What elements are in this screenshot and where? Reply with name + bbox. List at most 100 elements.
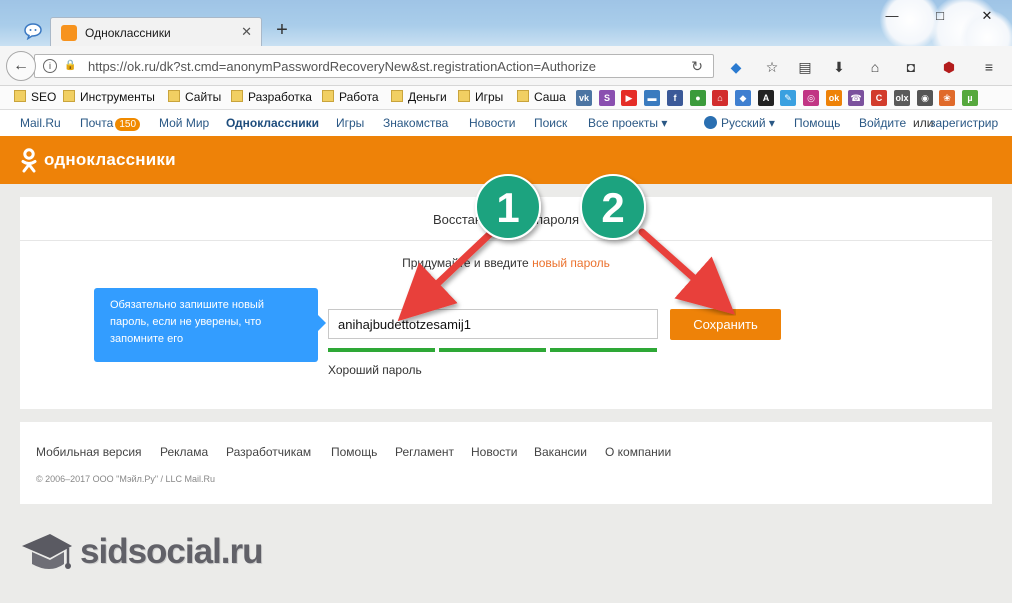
mailru-portal-bar: Mail.Ru Почта 150 Мой Мир Одноклассники И…	[0, 110, 1012, 136]
strength-bar-segment	[328, 348, 435, 352]
link-mailru[interactable]: Mail.Ru	[20, 116, 61, 130]
folder-icon	[322, 90, 334, 102]
pochta-label: Почта	[80, 116, 114, 130]
skype-s-icon[interactable]: S	[599, 90, 615, 106]
page-content: Mail.Ru Почта 150 Мой Мир Одноклассники И…	[0, 110, 1012, 603]
olx-icon[interactable]: olx	[894, 90, 910, 106]
link-znakomstva[interactable]: Знакомства	[383, 116, 448, 130]
watermark-text: sidsocial.ru	[80, 532, 264, 571]
diamond-icon[interactable]: ◆	[735, 90, 751, 106]
bookmark-label: Деньги	[408, 90, 447, 104]
folder-icon	[168, 90, 180, 102]
folder-icon	[458, 90, 470, 102]
form-instruction: Придумайте и введите новый пароль	[20, 256, 992, 270]
mail-count-badge: 150	[115, 118, 141, 131]
pocket-icon[interactable]: ◘	[902, 58, 920, 76]
ok-logo-text[interactable]: одноклассники	[44, 150, 176, 170]
globe-icon	[704, 116, 717, 129]
bookmark-folder[interactable]: Разработка	[231, 90, 312, 106]
link-all-projects[interactable]: Все проекты ▾	[588, 116, 667, 130]
bookmark-folder[interactable]: Инструменты	[63, 90, 155, 106]
lock-icon: 🔒	[64, 60, 77, 71]
browser-tab[interactable]: Одноклассники ✕	[50, 17, 262, 46]
a-icon[interactable]: A	[758, 90, 774, 106]
footer-link-rules[interactable]: Регламент	[395, 445, 454, 459]
bird-icon[interactable]: ◆	[727, 58, 745, 76]
copyright-text: © 2006–2017 ООО "Мэйл.Ру" / LLC Mail.Ru	[36, 474, 216, 484]
footer-link-ads[interactable]: Реклама	[160, 445, 208, 459]
link-register[interactable]: зарегистрир	[930, 116, 998, 130]
info-icon[interactable]: i	[43, 59, 57, 73]
footer-link-jobs[interactable]: Вакансии	[534, 445, 587, 459]
language-select[interactable]: Русский ▾	[704, 116, 775, 130]
ok-icon[interactable]: ok	[826, 90, 842, 106]
save-button[interactable]: Сохранить	[670, 309, 781, 340]
minimize-icon[interactable]: —	[882, 8, 902, 24]
bookmark-label: Сайты	[185, 90, 222, 104]
instruction-text: Придумайте и введите	[402, 256, 533, 270]
instruction-accent: новый пароль	[532, 256, 610, 270]
menu-icon[interactable]: ≡	[980, 58, 998, 76]
footer-link-about[interactable]: О компании	[605, 445, 671, 459]
bookmark-label: Работа	[339, 90, 379, 104]
link-poisk[interactable]: Поиск	[534, 116, 567, 130]
close-window-icon[interactable]: ✕	[977, 8, 997, 24]
password-recovery-card: Восстановление пароля Придумайте и введи…	[20, 197, 992, 409]
bookmark-folder[interactable]: SEO	[14, 90, 56, 106]
maximize-icon[interactable]: □	[930, 8, 950, 24]
new-tab-icon[interactable]: +	[270, 18, 294, 42]
reading-list-icon[interactable]: ▤	[796, 58, 814, 76]
footer-link-mobile[interactable]: Мобильная версия	[36, 445, 142, 459]
utorrent-icon[interactable]: µ	[962, 90, 978, 106]
paw-icon[interactable]: ❀	[939, 90, 955, 106]
download-icon[interactable]: ⬇	[830, 58, 848, 76]
link-moi-mir[interactable]: Мой Мир	[159, 116, 209, 130]
link-igry[interactable]: Игры	[336, 116, 364, 130]
firefox-hello-icon[interactable]	[24, 22, 42, 40]
link-pochta[interactable]: Почта 150	[80, 116, 141, 131]
bookmark-folder[interactable]: Сайты	[168, 90, 221, 106]
globe-green-icon[interactable]: ●	[690, 90, 706, 106]
ublock-icon[interactable]: ⬢	[940, 58, 958, 76]
back-button[interactable]: ←	[6, 51, 36, 81]
card-icon[interactable]: ▬	[644, 90, 660, 106]
viber-icon[interactable]: ☎	[848, 90, 864, 106]
reload-icon[interactable]: ↻	[691, 58, 703, 75]
vk-icon[interactable]: vk	[576, 90, 592, 106]
language-label: Русский ▾	[721, 116, 775, 130]
home-icon[interactable]: ⌂	[866, 58, 884, 76]
facebook-icon[interactable]: f	[667, 90, 683, 106]
link-help[interactable]: Помощь	[794, 116, 840, 130]
footer-link-help[interactable]: Помощь	[331, 445, 377, 459]
eye-icon[interactable]: ◉	[917, 90, 933, 106]
c-icon[interactable]: C	[871, 90, 887, 106]
bookmark-folder[interactable]: Деньги	[391, 90, 447, 106]
footer-link-developers[interactable]: Разработчикам	[226, 445, 311, 459]
bookmark-folder[interactable]: Игры	[458, 90, 503, 106]
bookmarks-bar: SEO Инструменты Сайты Разработка Работа …	[0, 86, 1012, 110]
folder-icon	[517, 90, 529, 102]
footer-link-news[interactable]: Новости	[471, 445, 517, 459]
instagram-icon[interactable]: ◎	[803, 90, 819, 106]
link-novosti[interactable]: Новости	[469, 116, 515, 130]
strength-bar-segment	[439, 348, 546, 352]
bookmark-folder[interactable]: Работа	[322, 90, 379, 106]
new-password-input[interactable]	[328, 309, 658, 339]
house-icon[interactable]: ⌂	[712, 90, 728, 106]
youtube-icon[interactable]: ▶	[621, 90, 637, 106]
tab-title: Одноклассники	[85, 26, 171, 40]
ok-logo-icon[interactable]	[20, 148, 38, 174]
star-icon[interactable]: ☆	[763, 58, 781, 76]
bookmark-label: Саша	[534, 90, 566, 104]
browser-navbar: i 🔒 https://ok.ru/dk?st.cmd=anonymPasswo…	[0, 46, 1012, 86]
link-login[interactable]: Войдите	[859, 116, 906, 130]
link-odnoklassniki[interactable]: Одноклассники	[226, 116, 319, 130]
url-text[interactable]: https://ok.ru/dk?st.cmd=anonymPasswordRe…	[88, 59, 596, 74]
card-header: Восстановление пароля	[20, 197, 992, 241]
strength-bar-segment	[550, 348, 657, 352]
tab-close-icon[interactable]: ✕	[241, 24, 252, 40]
bookmark-folder[interactable]: Саша	[517, 90, 566, 106]
url-bar[interactable]: i 🔒 https://ok.ru/dk?st.cmd=anonymPasswo…	[34, 54, 714, 78]
pen-icon[interactable]: ✎	[780, 90, 796, 106]
graduation-cap-logo	[22, 534, 72, 569]
